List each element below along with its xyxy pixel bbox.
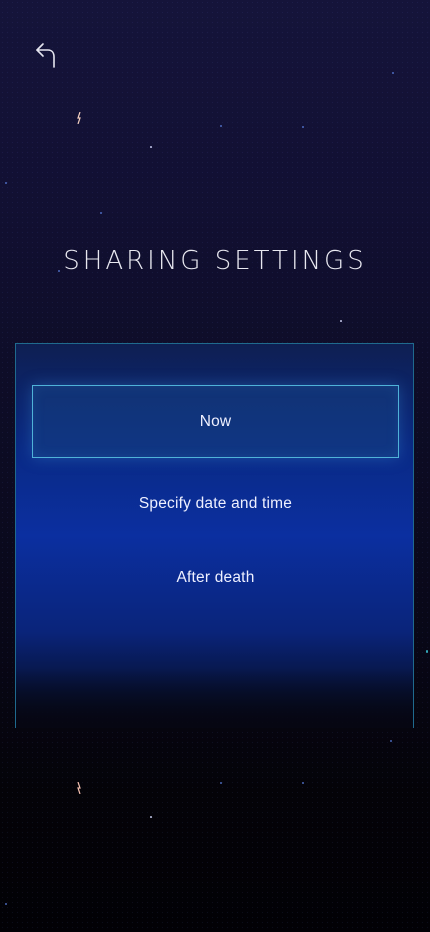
star-decoration [5, 903, 7, 905]
star-decoration [5, 182, 7, 184]
star-decoration [220, 125, 222, 127]
star-decoration [426, 650, 428, 653]
star-decoration [302, 782, 304, 784]
spark-decoration [77, 782, 81, 794]
sharing-options-panel: Now Specify date and time After death [15, 343, 414, 728]
star-decoration [100, 212, 102, 214]
star-decoration [150, 146, 152, 148]
star-decoration [390, 740, 392, 742]
option-label: Now [199, 412, 232, 430]
option-label: After death [176, 568, 255, 586]
option-after-death[interactable]: After death [32, 541, 399, 614]
star-decoration [150, 816, 152, 818]
sharing-settings-screen: SHARING SETTINGS Now Specify date and ti… [0, 0, 430, 932]
panel-fade [16, 668, 413, 728]
star-decoration [340, 320, 342, 322]
back-arrow-icon [36, 43, 55, 68]
option-label: Specify date and time [138, 494, 293, 512]
star-decoration [392, 72, 394, 74]
option-now[interactable]: Now [32, 385, 399, 458]
star-decoration [302, 126, 304, 128]
back-button[interactable] [32, 40, 60, 70]
page-title: SHARING SETTINGS [63, 246, 367, 276]
option-specify-date-time[interactable]: Specify date and time [32, 467, 399, 540]
spark-decoration [77, 112, 81, 124]
star-decoration [220, 782, 222, 784]
